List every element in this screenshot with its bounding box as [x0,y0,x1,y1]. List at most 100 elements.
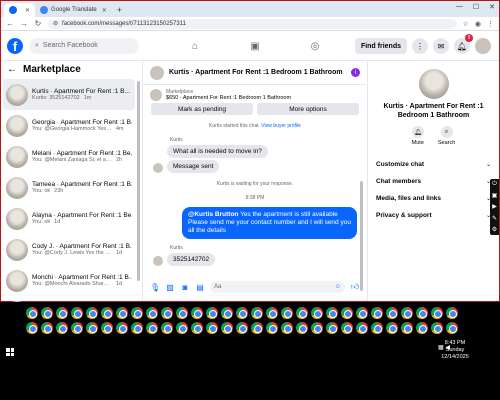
chrome-taskbar-icon[interactable] [26,322,38,334]
bookmark-star-icon[interactable]: ☆ [463,20,469,28]
image-icon[interactable]: ▨ [165,283,175,292]
avatar[interactable] [418,69,449,99]
chrome-taskbar-icon[interactable] [41,307,53,319]
like-icon[interactable]: 👍︎ [350,282,360,292]
mute-button[interactable]: 🔔︎ Mute [412,126,424,146]
conversation-item[interactable]: Kurtis · Apartment For Rent :1 B... Kurti… [3,79,135,110]
section-chat-members[interactable]: Chat members ⌄ [368,173,499,190]
chrome-taskbar-icon[interactable] [356,322,368,334]
chrome-taskbar-icon[interactable] [71,322,83,334]
chat-title[interactable]: Kurtis · Apartment For Rent :1 Bedroom 1… [169,69,346,76]
scrollbar[interactable] [137,81,140,281]
chrome-taskbar-icon[interactable] [71,307,83,319]
view-buyer-profile-link[interactable]: View buyer profile [261,123,301,129]
search-input[interactable]: ⌕ Search Facebook [29,37,139,54]
chrome-taskbar-icon[interactable] [446,322,458,334]
chrome-taskbar-icon[interactable] [161,322,173,334]
tab-facebook[interactable]: ✕ [4,3,36,17]
chrome-taskbar-icon[interactable] [161,307,173,319]
conversation-item[interactable]: Tameea · Apartment For Rent :1 B... You: … [3,172,135,203]
mention[interactable]: @Kurtis Brutton [188,211,238,218]
chrome-taskbar-icon[interactable] [191,307,203,319]
pen-icon[interactable]: ✎ [492,215,497,222]
notifications-icon[interactable]: 🔔︎ 9 [454,34,473,54]
chrome-taskbar-icon[interactable] [251,322,263,334]
gif-icon[interactable]: ▤ [195,283,205,292]
chrome-taskbar-icon[interactable] [116,307,128,319]
chrome-taskbar-icon[interactable] [131,322,143,334]
marketplace-icon[interactable]: ▣ [246,37,264,55]
back-arrow-icon[interactable]: ← [7,64,17,75]
power-icon[interactable]: ⏻ [492,181,497,188]
more-options-button[interactable]: More options [257,103,359,115]
chrome-taskbar-icon[interactable] [146,307,158,319]
maximize-icon[interactable]: ☐ [473,3,479,11]
close-icon[interactable]: ✕ [102,7,107,14]
conversation-item[interactable]: Alayna · Apartment For Rent :1 Be... You:… [3,203,135,234]
section-privacy-support[interactable]: Privacy & support ⌄ [368,207,499,224]
search-button[interactable]: ⌕ Search [438,126,455,146]
chrome-taskbar-icon[interactable] [146,322,158,334]
chrome-taskbar-icon[interactable] [326,322,338,334]
mark-pending-button[interactable]: Mark as pending [151,103,253,115]
windows-start-icon[interactable] [6,348,14,356]
new-tab-button[interactable]: + [112,3,127,17]
camera-icon[interactable]: ▣ [492,192,498,199]
chrome-taskbar-icon[interactable] [416,322,428,334]
section-customize-chat[interactable]: Customize chat ⌄ [368,156,499,173]
chrome-taskbar-icon[interactable] [206,307,218,319]
chrome-taskbar-icon[interactable] [266,322,278,334]
scrollbar[interactable] [360,181,363,291]
chrome-taskbar-icon[interactable] [431,322,443,334]
chrome-taskbar-icon[interactable] [236,322,248,334]
chrome-taskbar-icon[interactable] [86,322,98,334]
chrome-taskbar-icon[interactable] [56,322,68,334]
menu-grid-icon[interactable]: ⋮ [412,38,428,54]
tab-google-translate[interactable]: Google Translate ✕ [35,3,112,17]
chrome-taskbar-icon[interactable] [311,307,323,319]
find-friends-button[interactable]: Find friends [354,38,407,54]
avatar[interactable] [150,65,164,80]
info-icon[interactable]: i [351,68,360,77]
profile-icon[interactable]: ◉ [475,20,481,28]
chrome-taskbar-icon[interactable] [206,322,218,334]
chrome-taskbar-icon[interactable] [386,322,398,334]
chrome-taskbar-icon[interactable] [131,307,143,319]
chrome-taskbar-icon[interactable] [236,307,248,319]
minimize-icon[interactable]: — [456,3,463,11]
url-input[interactable]: ⊜ facebook.com/messages/t/71131231502573… [48,18,457,29]
section-media-files-links[interactable]: Media, files and links ⌄ [368,190,499,207]
chrome-taskbar-icon[interactable] [176,307,188,319]
gear-icon[interactable]: ⚙ [492,226,497,233]
conversation-item[interactable]: Cody J. · Apartment For Rent :1 B... You:… [3,234,135,265]
emoji-icon[interactable]: ☺ [335,284,341,290]
messenger-icon[interactable]: ✉ [433,38,449,54]
chrome-taskbar-icon[interactable] [371,307,383,319]
chrome-taskbar-icon[interactable] [26,307,38,319]
chrome-taskbar-icon[interactable] [191,322,203,334]
chrome-taskbar-icon[interactable] [311,322,323,334]
listing-banner[interactable]: Marketplace $650 · Apartment For Rent :1… [144,85,366,103]
chrome-taskbar-icon[interactable] [56,307,68,319]
back-icon[interactable]: ← [6,19,14,28]
chrome-taskbar-icon[interactable] [251,307,263,319]
chrome-taskbar-icon[interactable] [371,322,383,334]
chrome-taskbar-icon[interactable] [221,307,233,319]
close-icon[interactable]: ✕ [25,7,30,14]
site-info-icon[interactable]: ⊜ [53,20,58,27]
chrome-taskbar-icon[interactable] [446,307,458,319]
chrome-taskbar-icon[interactable] [281,322,293,334]
chrome-taskbar-icon[interactable] [341,307,353,319]
conversation-item[interactable]: Melani · Apartment For Rent :1 Be... You:… [3,141,135,172]
chrome-taskbar-icon[interactable] [221,322,233,334]
message-input[interactable]: Aa ☺ [210,281,345,293]
chrome-taskbar-icon[interactable] [356,307,368,319]
chrome-taskbar-icon[interactable] [326,307,338,319]
chrome-taskbar-icon[interactable] [101,307,113,319]
chrome-taskbar-icon[interactable] [266,307,278,319]
chrome-taskbar-icon[interactable] [101,322,113,334]
home-icon[interactable]: ⌂ [186,37,204,55]
conversation-item[interactable]: Monchi · Apartment For Rent :1 Be... You:… [3,265,135,296]
facebook-logo-icon[interactable]: f [7,37,23,54]
forward-icon[interactable]: → [20,19,28,28]
